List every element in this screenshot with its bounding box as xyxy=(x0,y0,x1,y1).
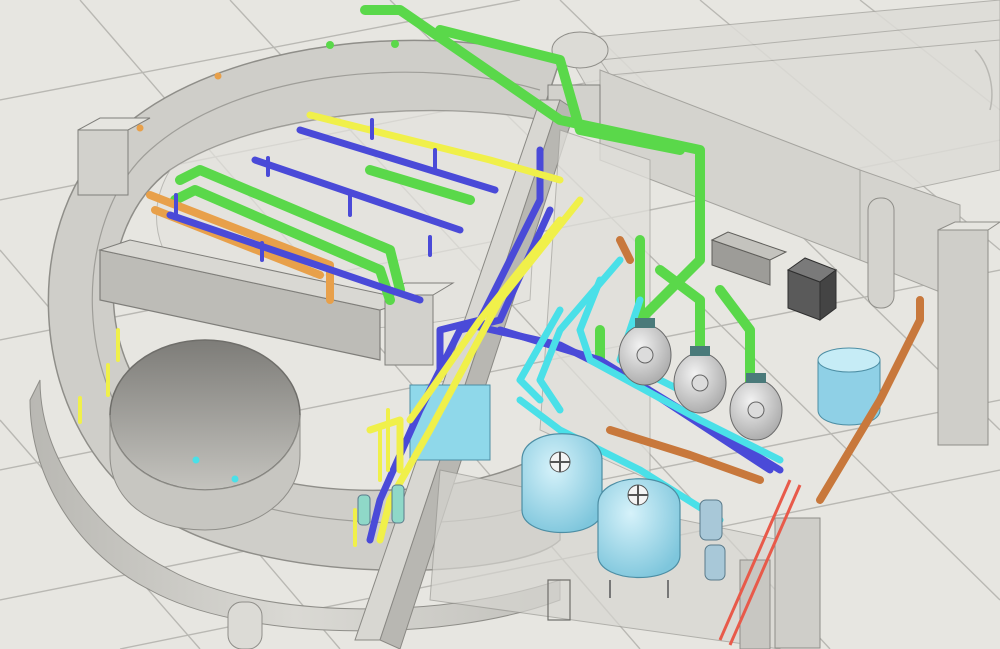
corner-column xyxy=(384,294,434,366)
corner-column xyxy=(77,129,129,196)
pump-unit[interactable] xyxy=(673,346,727,414)
kitchen-counter[interactable] xyxy=(710,231,788,286)
plant-room-column xyxy=(774,517,821,649)
cylindrical-pit[interactable] xyxy=(109,339,301,531)
3d-model-viewport[interactable] xyxy=(0,0,1000,649)
plant-room-column xyxy=(937,229,989,446)
pit-sensor-dot xyxy=(192,456,200,464)
refrigerator[interactable] xyxy=(786,257,838,321)
sand-filter-tank[interactable] xyxy=(521,433,603,534)
pit-sensor-dot xyxy=(231,475,239,483)
vertical-duct xyxy=(867,197,895,309)
pump-unit[interactable] xyxy=(729,373,783,441)
bim-model-scene[interactable] xyxy=(0,0,1000,649)
